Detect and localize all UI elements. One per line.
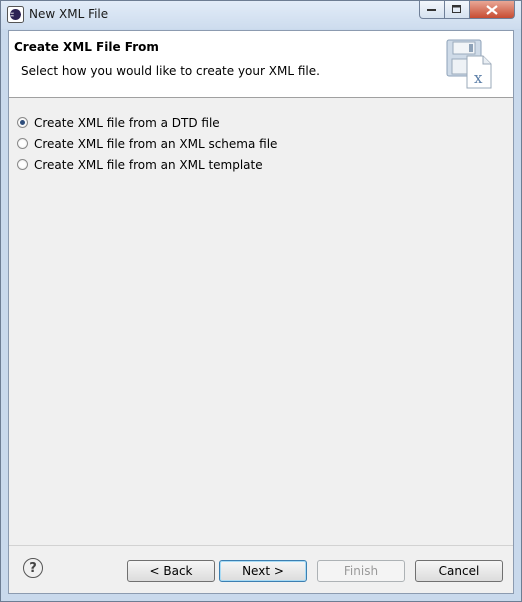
option-xml-template-label[interactable]: Create XML file from an XML template xyxy=(34,158,263,172)
help-button[interactable]: ? xyxy=(23,558,43,578)
option-xml-schema-label[interactable]: Create XML file from an XML schema file xyxy=(34,137,277,151)
minimize-button[interactable] xyxy=(419,1,445,19)
option-xml-schema[interactable]: Create XML file from an XML schema file xyxy=(17,133,277,154)
option-dtd[interactable]: Create XML file from a DTD file xyxy=(17,112,277,133)
new-xml-file-dialog: New XML File Create XML File From Select… xyxy=(0,0,522,602)
radio-xml-template[interactable] xyxy=(17,159,28,170)
help-icon: ? xyxy=(29,560,37,576)
title-bar[interactable]: New XML File xyxy=(1,1,521,29)
option-xml-template[interactable]: Create XML file from an XML template xyxy=(17,154,277,175)
creation-options: Create XML file from a DTD file Create X… xyxy=(17,112,277,175)
cancel-button[interactable]: Cancel xyxy=(415,560,503,582)
finish-button[interactable]: Finish xyxy=(317,560,405,582)
close-icon xyxy=(486,4,498,15)
option-dtd-label[interactable]: Create XML file from a DTD file xyxy=(34,116,220,130)
svg-text:x: x xyxy=(474,69,483,87)
close-button[interactable] xyxy=(470,1,515,19)
footer-divider xyxy=(9,545,513,546)
wizard-body: Create XML File From Select how you woul… xyxy=(8,30,514,594)
maximize-icon xyxy=(452,5,461,13)
next-button[interactable]: Next > xyxy=(219,560,307,582)
maximize-button[interactable] xyxy=(445,1,470,19)
minimize-icon xyxy=(427,8,436,11)
xml-file-wizard-icon: x xyxy=(446,39,492,89)
page-title: Create XML File From xyxy=(14,40,159,54)
radio-dtd[interactable] xyxy=(17,117,28,128)
back-button[interactable]: < Back xyxy=(127,560,215,582)
page-description: Select how you would like to create your… xyxy=(21,64,320,78)
eclipse-icon xyxy=(7,6,24,23)
wizard-header: Create XML File From Select how you woul… xyxy=(9,31,513,98)
window-title: New XML File xyxy=(29,7,109,21)
radio-xml-schema[interactable] xyxy=(17,138,28,149)
